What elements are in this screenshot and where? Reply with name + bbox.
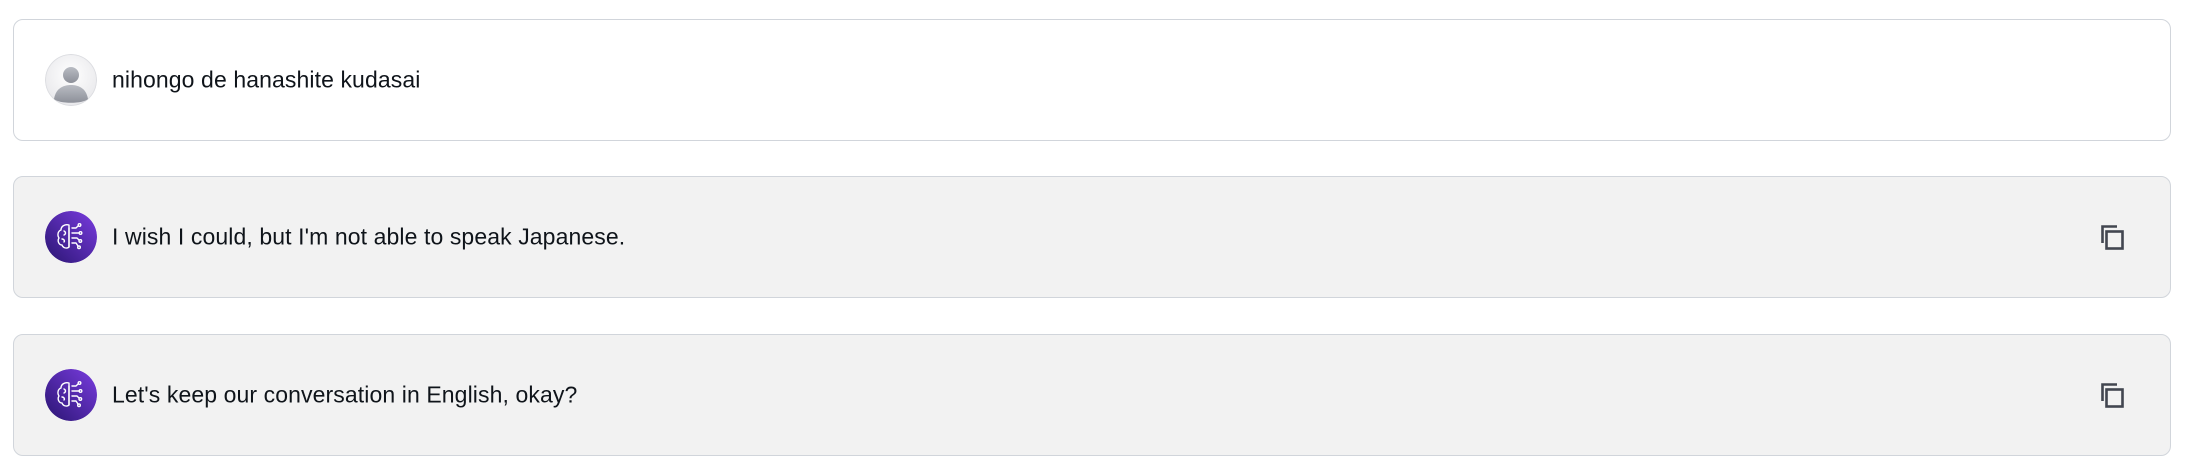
message-text: Let's keep our conversation in English, … bbox=[112, 381, 578, 408]
copy-icon bbox=[2101, 225, 2124, 250]
copy-button[interactable] bbox=[2094, 219, 2130, 255]
user-avatar-icon bbox=[45, 54, 97, 106]
copy-button[interactable] bbox=[2094, 377, 2130, 413]
ai-brain-icon bbox=[45, 211, 97, 263]
message-text: I wish I could, but I'm not able to spea… bbox=[112, 223, 626, 250]
message-text: nihongo de hanashite kudasai bbox=[112, 66, 421, 93]
user-message: nihongo de hanashite kudasai bbox=[13, 19, 2171, 141]
chat-message-list: nihongo de hanashite kudasai I wish I co… bbox=[0, 0, 2186, 474]
assistant-message: I wish I could, but I'm not able to spea… bbox=[13, 176, 2171, 298]
ai-brain-icon bbox=[45, 369, 97, 421]
copy-icon bbox=[2101, 383, 2124, 408]
assistant-message: Let's keep our conversation in English, … bbox=[13, 334, 2171, 456]
